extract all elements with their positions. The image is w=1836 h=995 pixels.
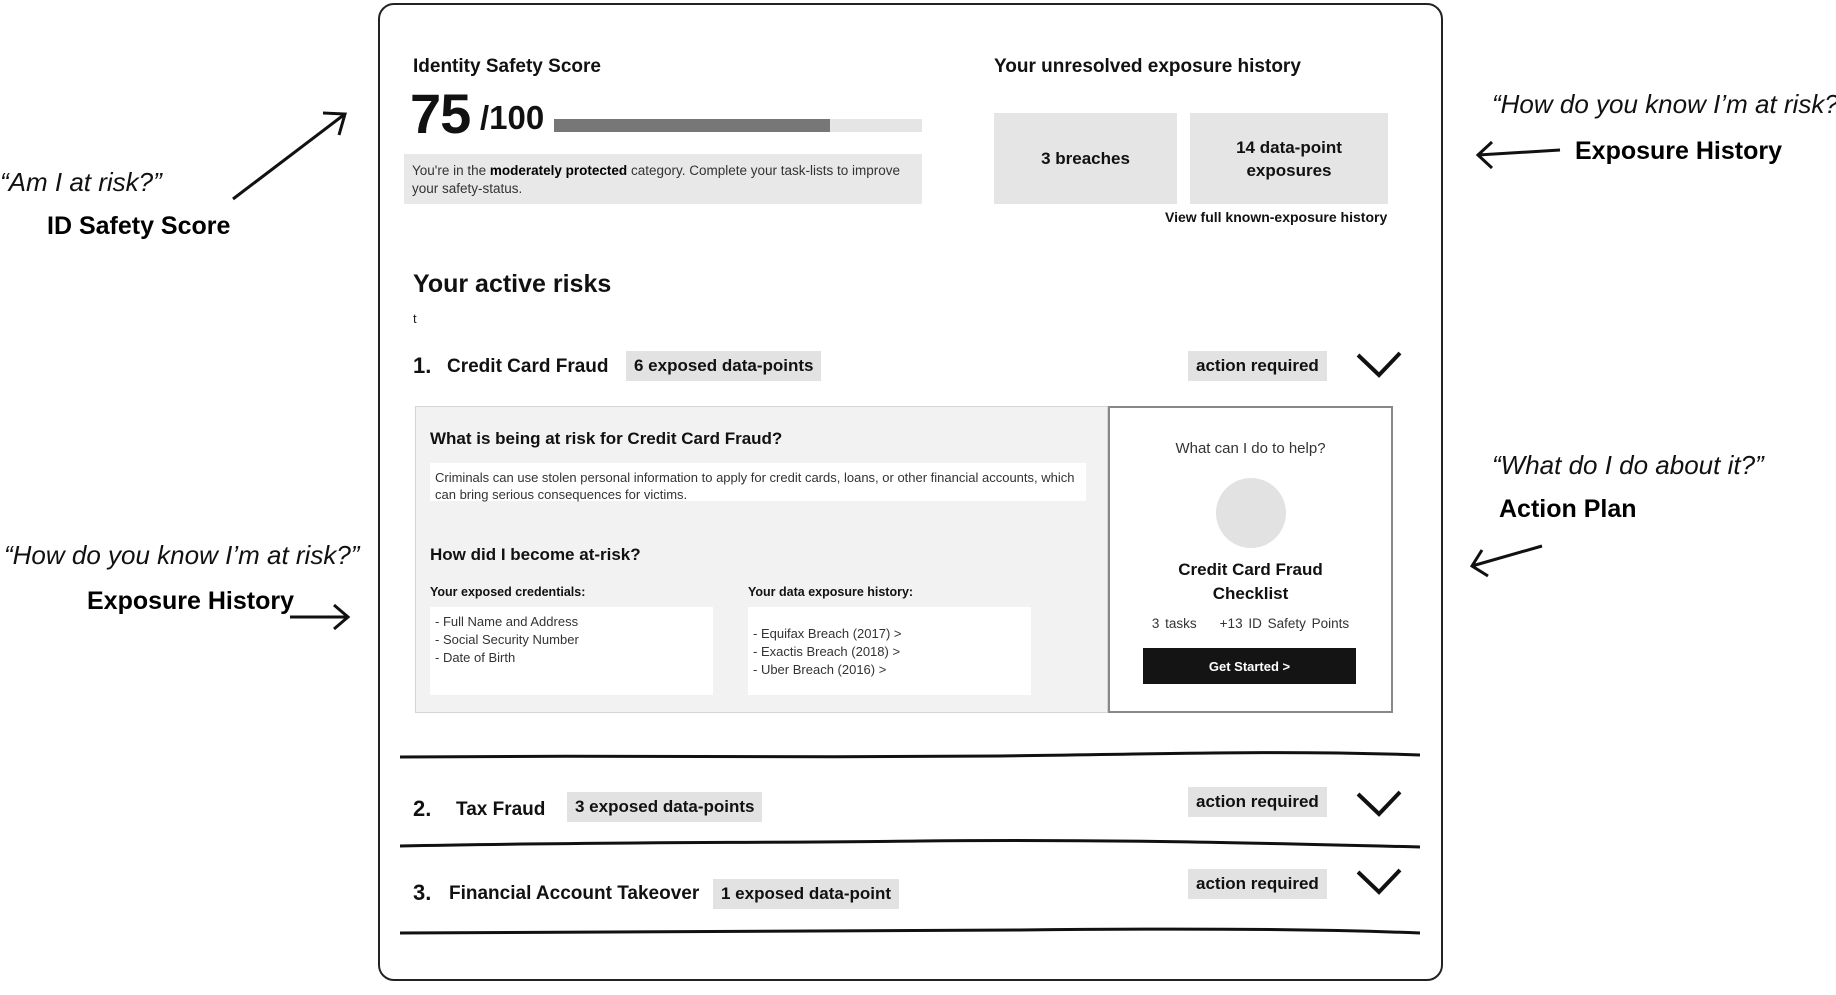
arrow-to-action-plan-icon xyxy=(1469,544,1543,578)
risk-3-datapoints-badge: 1 exposed data-point xyxy=(713,879,900,909)
risk-2-datapoints-badge: 3 exposed data-points xyxy=(567,792,763,822)
data-exposure-history-label: Your data exposure history: xyxy=(748,585,914,599)
data-exposure-history-list: - Equifax Breach (2017) > - Exactis Brea… xyxy=(748,607,1031,695)
annotation-quote-am-i-at-risk: “Am I at risk?” xyxy=(0,167,162,197)
checklist-meta: 3 tasks +13 ID Safety Points xyxy=(1110,616,1391,631)
score-desc-prefix: You're in the xyxy=(412,163,490,178)
datapoint-exposures-line1: 14 data-point xyxy=(1236,137,1342,157)
annotation-tag-id-safety-score: ID Safety Score xyxy=(47,212,231,240)
view-exposure-history-link[interactable]: View full known-exposure history xyxy=(1165,209,1387,225)
risk-3-status-badge: action required xyxy=(1188,869,1327,899)
annotation-tag-exposure-history-left: Exposure History xyxy=(87,587,295,615)
risk-1-chevron-down-icon[interactable] xyxy=(1355,350,1403,380)
action-plan-card: What can I do to help? Credit Card Fraud… xyxy=(1108,406,1393,713)
risk-detail-heading: What is being at risk for Credit Card Fr… xyxy=(430,429,783,448)
risk-3-chevron-down-icon[interactable] xyxy=(1355,867,1403,897)
annotation-tag-exposure-history-right: Exposure History xyxy=(1575,137,1783,165)
checklist-title-line2: Checklist xyxy=(1212,584,1289,603)
active-risks-title: Your active risks xyxy=(413,270,612,298)
breach-link[interactable]: - Equifax Breach (2017) > xyxy=(753,625,1026,643)
credential-item: - Full Name and Address xyxy=(435,614,579,629)
risk-1-detail-panel: What is being at risk for Credit Card Fr… xyxy=(415,406,1108,713)
checklist-points: +13 ID Safety Points xyxy=(1219,616,1350,631)
risk-divider xyxy=(399,751,1421,759)
dashboard-wireframe: Identity Safety Score 75 /100 You're in … xyxy=(378,3,1443,981)
checklist-task-count: 3 tasks xyxy=(1151,616,1197,631)
arrow-to-score-icon xyxy=(232,111,347,201)
risk-2-number: 2. xyxy=(413,796,432,821)
checklist-icon-placeholder xyxy=(1216,478,1286,548)
datapoint-exposures-card[interactable]: 14 data-point exposures xyxy=(1190,113,1388,204)
arrow-to-exposure-history-icon xyxy=(1475,140,1561,170)
credential-item: - Social Security Number xyxy=(435,632,579,647)
score-desc-category: moderately protected xyxy=(489,163,628,178)
get-started-button[interactable]: Get Started > xyxy=(1143,648,1356,684)
risk-divider xyxy=(399,838,1421,849)
risk-2-status-badge: action required xyxy=(1188,787,1327,817)
risk-divider xyxy=(399,927,1421,935)
risk-1-status-badge: action required xyxy=(1188,351,1327,381)
annotation-quote-what-do-i-do: “What do I do about it?” xyxy=(1492,450,1764,480)
credential-item: - Date of Birth xyxy=(435,650,516,665)
score-title: Identity Safety Score xyxy=(413,56,601,77)
annotation-tag-action-plan: Action Plan xyxy=(1499,495,1637,523)
breaches-card[interactable]: 3 breaches xyxy=(994,113,1177,204)
datapoint-exposures-line2: exposures xyxy=(1246,160,1332,180)
risk-1-number: 1. xyxy=(413,353,432,378)
score-description: You're in the moderately protected categ… xyxy=(404,154,922,204)
risk-2-chevron-down-icon[interactable] xyxy=(1355,789,1403,819)
checklist-title: Credit Card Fraud Checklist xyxy=(1110,558,1391,606)
stray-character: t xyxy=(413,311,417,326)
risk-1-datapoints-badge: 6 exposed data-points xyxy=(626,351,822,381)
risk-1-name[interactable]: Credit Card Fraud xyxy=(447,356,609,378)
risk-2-name[interactable]: Tax Fraud xyxy=(456,799,545,821)
how-at-risk-heading: How did I become at-risk? xyxy=(430,545,641,564)
arrow-to-exposure-detail-icon xyxy=(290,603,351,631)
action-plan-question: What can I do to help? xyxy=(1175,440,1326,457)
exposed-credentials-list: - Full Name and Address - Social Securit… xyxy=(430,607,713,695)
risk-3-name[interactable]: Financial Account Takeover xyxy=(449,883,699,905)
exposed-credentials-label: Your exposed credentials: xyxy=(430,585,586,599)
score-progress-bar xyxy=(554,119,922,132)
breaches-count: 3 breaches xyxy=(1041,149,1130,168)
exposure-history-title: Your unresolved exposure history xyxy=(994,56,1301,77)
score-max: /100 xyxy=(480,99,545,136)
score-progress-fill xyxy=(554,119,830,132)
annotation-quote-how-do-you-know-right: “How do you know I’m at risk?” xyxy=(1492,89,1836,119)
risk-detail-text: Criminals can use stolen personal inform… xyxy=(430,463,1086,502)
score-value: 75 xyxy=(410,82,471,145)
annotation-quote-how-do-you-know-left: “How do you know I’m at risk?” xyxy=(4,540,360,570)
breach-link[interactable]: - Exactis Breach (2018) > xyxy=(753,643,1026,661)
breach-link[interactable]: - Uber Breach (2016) > xyxy=(753,661,1026,679)
checklist-title-line1: Credit Card Fraud xyxy=(1178,560,1323,579)
risk-3-number: 3. xyxy=(413,880,432,905)
